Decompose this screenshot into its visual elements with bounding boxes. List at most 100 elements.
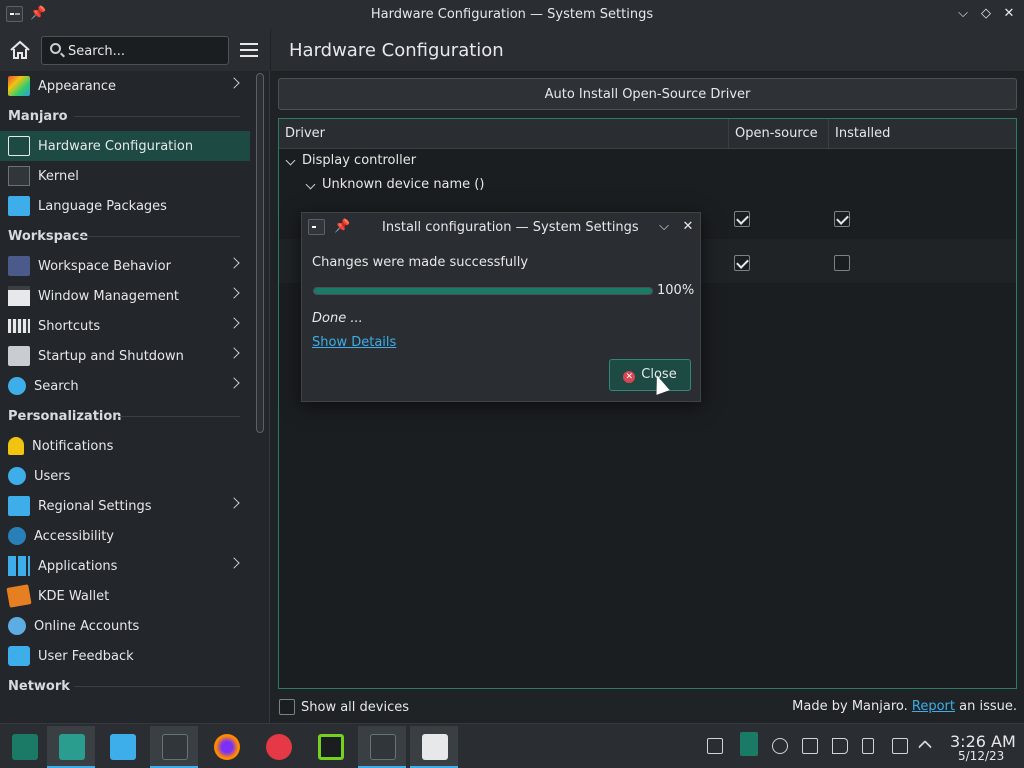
show-details-link[interactable]: Show Details — [312, 335, 396, 350]
section-title-network: Network — [0, 671, 250, 701]
section-title-manjaro: Manjaro — [0, 101, 250, 131]
column-header-driver[interactable]: Driver — [279, 119, 325, 149]
hardware-icon — [8, 136, 30, 156]
open-source-checkbox — [734, 211, 750, 227]
sidebar-scrollbar[interactable] — [256, 73, 264, 433]
x-app-icon — [422, 734, 448, 760]
chevron-right-icon — [228, 287, 240, 299]
hamburger-menu-icon[interactable] — [240, 43, 258, 57]
install-dialog: 📌 Install configuration — System Setting… — [301, 212, 701, 402]
section-title-personalization: Personalization — [0, 401, 250, 431]
taskbar: 3:26 AM 5/12/23 — [0, 723, 1024, 768]
sidebar-item-kde-wallet[interactable]: KDE Wallet — [0, 581, 250, 611]
tree-device[interactable]: Unknown device name () — [279, 174, 1016, 198]
sidebar-item-appearance[interactable]: Appearance — [0, 71, 250, 101]
search-box[interactable] — [41, 36, 229, 65]
sidebar-list: Appearance Manjaro Hardware Configuratio… — [0, 71, 250, 701]
sidebar-item-applications[interactable]: Applications — [0, 551, 250, 581]
close-icon[interactable]: ✕ — [1000, 5, 1018, 23]
driver-table: Driver Open-source Installed Display con… — [278, 118, 1017, 689]
maximize-icon[interactable]: ◇ — [977, 5, 995, 23]
feedback-icon — [8, 646, 30, 666]
chevron-right-icon — [228, 557, 240, 569]
usb-icon[interactable] — [862, 738, 874, 754]
firefox-icon — [214, 734, 240, 760]
pin-icon[interactable]: 📌 — [334, 219, 350, 234]
column-header-open-source[interactable]: Open-source — [729, 119, 818, 149]
dialog-app-icon — [308, 219, 325, 235]
report-link[interactable]: Report — [912, 699, 955, 714]
show-all-devices-checkbox[interactable] — [279, 699, 295, 715]
sidebar-item-user-feedback[interactable]: User Feedback — [0, 641, 250, 671]
update-icon[interactable] — [772, 738, 788, 754]
sidebar-item-window-management[interactable]: Window Management — [0, 281, 250, 311]
close-button[interactable]: ✕ Close — [609, 359, 691, 391]
footer-credit: Made by Manjaro. Report an issue. — [792, 699, 1017, 714]
task-terminal[interactable] — [150, 726, 198, 768]
task-x-app[interactable] — [410, 726, 458, 768]
sidebar-item-shortcuts[interactable]: Shortcuts — [0, 311, 250, 341]
language-icon — [8, 196, 30, 216]
sidebar-item-hardware-configuration[interactable]: Hardware Configuration — [0, 131, 250, 161]
expand-arrow-icon[interactable] — [305, 179, 316, 190]
online-accounts-icon — [8, 617, 26, 635]
task-firefox[interactable] — [202, 726, 250, 768]
task-nvidia[interactable] — [306, 726, 354, 768]
task-software-store[interactable] — [98, 726, 146, 768]
search-icon — [50, 43, 61, 54]
clock-date[interactable]: 5/12/23 — [958, 749, 1004, 763]
chevron-right-icon — [228, 317, 240, 329]
sidebar: Appearance Manjaro Hardware Configuratio… — [0, 29, 270, 723]
dialog-message: Changes were made successfully — [312, 255, 529, 270]
sidebar-item-workspace-behavior[interactable]: Workspace Behavior — [0, 251, 250, 281]
kernel-icon — [8, 166, 30, 186]
pager-icon[interactable] — [740, 732, 758, 756]
column-header-installed[interactable]: Installed — [829, 119, 890, 149]
sidebar-item-language-packages[interactable]: Language Packages — [0, 191, 250, 221]
sidebar-item-online-accounts[interactable]: Online Accounts — [0, 611, 250, 641]
sidebar-item-kernel[interactable]: Kernel — [0, 161, 250, 191]
table-header: Driver Open-source Installed — [279, 119, 1016, 149]
wallet-icon — [6, 584, 32, 608]
open-source-checkbox — [734, 255, 750, 271]
bell-icon — [8, 437, 24, 455]
chevron-up-icon[interactable] — [917, 739, 933, 755]
task-file-manager[interactable] — [47, 726, 95, 768]
section-title-workspace: Workspace — [0, 221, 250, 251]
startup-icon — [8, 346, 30, 366]
show-all-devices-option[interactable]: Show all devices — [279, 699, 409, 715]
close-icon[interactable]: ✕ — [680, 219, 696, 235]
tree-category[interactable]: Display controller — [279, 150, 1016, 174]
app-launcher[interactable] — [0, 726, 48, 768]
task-game[interactable] — [254, 726, 302, 768]
workspace-behavior-icon — [8, 256, 30, 276]
minimize-icon[interactable]: ⌵ — [656, 219, 672, 235]
sidebar-item-regional-settings[interactable]: Regional Settings — [0, 491, 250, 521]
expand-arrow-icon[interactable] — [285, 155, 296, 166]
home-icon[interactable] — [8, 39, 32, 61]
sidebar-item-startup-shutdown[interactable]: Startup and Shutdown — [0, 341, 250, 371]
manjaro-logo-icon — [12, 734, 38, 760]
sidebar-item-accessibility[interactable]: Accessibility — [0, 521, 250, 551]
chevron-right-icon — [228, 257, 240, 269]
sidebar-item-notifications[interactable]: Notifications — [0, 431, 250, 461]
users-icon — [8, 467, 26, 485]
app-icon — [318, 734, 344, 760]
search-input[interactable] — [68, 42, 223, 60]
main-header: Hardware Configuration — [271, 29, 1024, 71]
auto-install-button[interactable]: Auto Install Open-Source Driver — [278, 78, 1017, 110]
applications-icon — [8, 556, 30, 576]
volume-muted-icon[interactable] — [832, 738, 848, 754]
clipboard-icon[interactable] — [707, 738, 723, 754]
chevron-right-icon — [228, 377, 240, 389]
window-management-icon — [8, 286, 30, 306]
minimize-icon[interactable]: ⌵ — [954, 5, 972, 23]
task-system-settings[interactable] — [358, 726, 406, 768]
network-icon[interactable] — [892, 738, 908, 754]
close-circle-icon: ✕ — [623, 371, 636, 383]
progress-percent: 100% — [657, 283, 695, 298]
notes-icon[interactable] — [802, 738, 818, 754]
dialog-status: Done ... — [312, 311, 363, 326]
sidebar-item-search[interactable]: Search — [0, 371, 250, 401]
sidebar-item-users[interactable]: Users — [0, 461, 250, 491]
